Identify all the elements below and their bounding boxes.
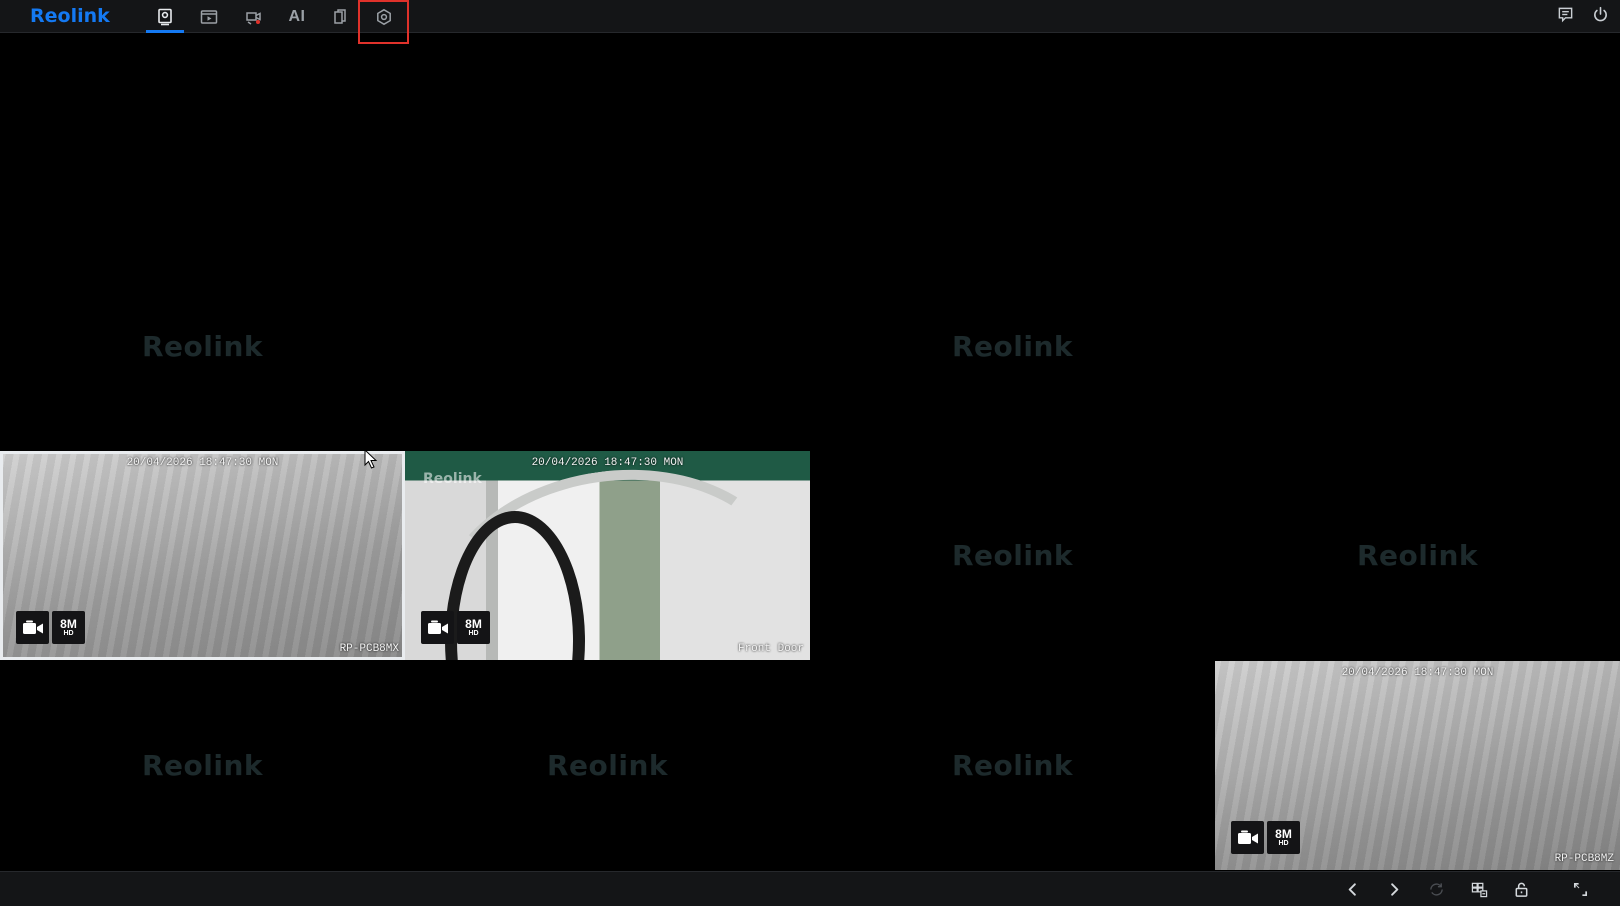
channel-watermark: Reolink	[1356, 539, 1479, 572]
message-icon	[1558, 7, 1572, 22]
channel-tile[interactable]	[810, 33, 1215, 242]
next-page-button[interactable]	[1377, 874, 1411, 904]
camera-feed: 20/04/2026 18:47:30 MON RP-PCB8MZ 8M HD	[1215, 661, 1620, 870]
chevron-right-icon	[1390, 882, 1398, 896]
lock-button[interactable]	[1504, 874, 1538, 904]
power-icon	[1593, 6, 1607, 21]
nav-alarm-events-button[interactable]	[234, 0, 272, 33]
osd-camera-name: RP-PCB8MX	[339, 643, 399, 655]
hd-label: HD	[63, 629, 74, 637]
grid-layout-icon	[1471, 882, 1487, 897]
chevron-left-icon	[1348, 882, 1356, 896]
previous-page-button[interactable]	[1335, 874, 1369, 904]
osd-camera-name: Front Door	[737, 643, 804, 655]
brand-logo: Reolink	[30, 5, 110, 27]
camera-feed: 20/04/2026 18:47:30 MON Reolink Front Do…	[405, 451, 810, 660]
camera-feed: 20/04/2026 18:47:30 MON RP-PCB8MX 8M HD	[0, 451, 405, 660]
quality-badge[interactable]: 8M HD	[457, 611, 490, 644]
video-camera-icon	[427, 620, 448, 634]
channel-tile-cam2[interactable]: 20/04/2026 18:47:30 MON Reolink Front Do…	[405, 451, 810, 660]
quality-badge[interactable]: 8M HD	[52, 611, 85, 644]
channel-tile[interactable]	[1215, 33, 1620, 242]
channel-watermark: Reolink	[951, 749, 1074, 782]
record-badge[interactable]	[16, 611, 49, 644]
alarm-events-icon	[246, 11, 261, 25]
channel-tile-cam3[interactable]: 20/04/2026 18:47:30 MON RP-PCB8MZ 8M HD	[1215, 661, 1620, 870]
lock-icon	[1515, 882, 1527, 897]
power-button[interactable]	[1585, 0, 1615, 28]
rotate-button[interactable]	[1419, 874, 1453, 904]
nav-settings-button[interactable]	[365, 0, 403, 33]
quality-label: 8M	[465, 616, 482, 631]
feed-badges: 8M HD	[421, 611, 490, 644]
quality-label: 8M	[1275, 826, 1292, 841]
record-badge[interactable]	[1231, 821, 1264, 854]
channel-watermark: Reolink	[141, 330, 264, 363]
video-camera-icon	[1237, 830, 1258, 844]
record-badge[interactable]	[421, 611, 454, 644]
live-view-grid: Reolink Reolink 20/04/2026 18:47:30 MON …	[0, 33, 1620, 871]
files-icon	[334, 8, 346, 24]
channel-tile[interactable]	[0, 33, 405, 242]
hd-label: HD	[468, 629, 479, 637]
nav-ai-button[interactable]: AI	[278, 0, 316, 33]
rotate-icon	[1429, 882, 1443, 896]
channel-tile[interactable]: Reolink	[810, 451, 1215, 660]
channel-watermark: Reolink	[141, 749, 264, 782]
quality-badge[interactable]: 8M HD	[1267, 821, 1300, 854]
fullscreen-icon	[1573, 882, 1587, 896]
nav-live-view-button[interactable]	[146, 0, 184, 33]
channel-tile-cam1[interactable]: 20/04/2026 18:47:30 MON RP-PCB8MX 8M HD	[0, 451, 405, 660]
feed-badges: 8M HD	[1231, 821, 1300, 854]
channel-tile[interactable]: Reolink	[810, 661, 1215, 870]
osd-timestamp: 20/04/2026 18:47:30 MON	[126, 457, 279, 469]
channel-tile[interactable]	[405, 242, 810, 451]
osd-watermark: Reolink	[423, 471, 482, 487]
live-view-icon	[158, 8, 172, 25]
video-camera-icon	[22, 620, 43, 634]
osd-timestamp: 20/04/2026 18:47:30 MON	[531, 457, 684, 469]
mouse-cursor-icon	[364, 449, 378, 469]
channel-watermark: Reolink	[951, 539, 1074, 572]
bottom-toolbar	[0, 871, 1620, 906]
channel-tile[interactable]: Reolink	[0, 661, 405, 870]
message-button[interactable]	[1550, 0, 1580, 28]
channel-tile[interactable]: Reolink	[1215, 451, 1620, 660]
nav-playback-button[interactable]	[190, 0, 228, 33]
channel-tile[interactable]: Reolink	[0, 242, 405, 451]
top-bar: Reolink AI	[0, 0, 1620, 44]
channel-tile[interactable]: Reolink	[810, 242, 1215, 451]
osd-camera-name: RP-PCB8MZ	[1554, 853, 1614, 865]
playback-icon	[200, 9, 218, 24]
fullscreen-button[interactable]	[1563, 874, 1597, 904]
channel-tile[interactable]: Reolink	[405, 661, 810, 870]
channel-watermark: Reolink	[546, 749, 669, 782]
osd-timestamp: 20/04/2026 18:47:30 MON	[1341, 667, 1494, 679]
channel-tile[interactable]	[1215, 242, 1620, 451]
ai-icon: AI	[288, 7, 306, 25]
grid-layout-button[interactable]	[1462, 874, 1496, 904]
quality-label: 8M	[60, 616, 77, 631]
channel-watermark: Reolink	[951, 330, 1074, 363]
channel-tile[interactable]	[405, 33, 810, 242]
nav-files-button[interactable]	[321, 0, 359, 33]
settings-icon	[377, 8, 391, 25]
hd-label: HD	[1278, 839, 1289, 847]
feed-badges: 8M HD	[16, 611, 85, 644]
